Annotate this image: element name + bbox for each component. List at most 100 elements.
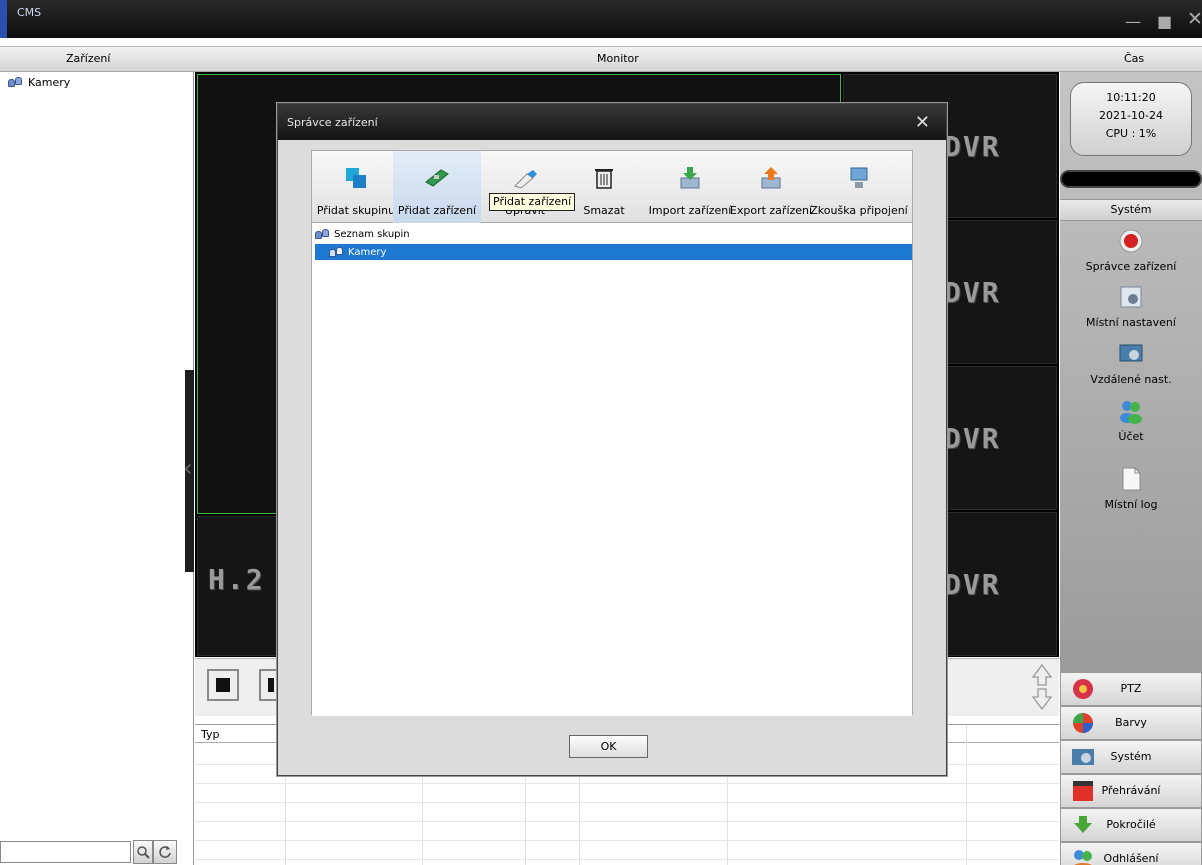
device-manager-dialog: Správce zařízení ✕ Přidat skupinu Přidat… xyxy=(277,103,947,776)
delete-button[interactable]: Smazat xyxy=(560,151,648,223)
item-label: Správce zařízení xyxy=(1085,260,1177,273)
refresh-icon[interactable] xyxy=(153,840,177,864)
clock-time: 10:11:20 xyxy=(1106,91,1156,104)
tree-item-cameras[interactable]: Kamery xyxy=(8,76,70,89)
search-input[interactable] xyxy=(0,841,131,863)
record-icon xyxy=(1119,229,1143,253)
tooltip: Přidat zařízení xyxy=(489,193,576,211)
add-device-icon xyxy=(425,169,449,187)
header-bar: Zařízení Monitor Čas xyxy=(0,46,1202,72)
logout-icon xyxy=(1074,850,1092,865)
group-icon xyxy=(8,76,24,89)
item-label: Místní nastavení xyxy=(1086,316,1176,329)
close-icon[interactable]: ✕ xyxy=(915,112,930,133)
app-title: CMS xyxy=(17,6,42,19)
clock-date: 2021-10-24 xyxy=(1099,109,1163,122)
dialog-title: Správce zařízení xyxy=(287,116,378,129)
connection-test-button[interactable]: Zkouška připojení xyxy=(809,151,909,223)
group-list[interactable]: Seznam skupin Kamery xyxy=(312,224,912,716)
advanced-icon xyxy=(1074,816,1092,833)
group-root-label: Seznam skupin xyxy=(334,229,410,240)
device-manager-item[interactable]: Správce zařízení xyxy=(1060,228,1202,273)
remote-settings-icon xyxy=(1119,344,1143,362)
local-settings-item[interactable]: Místní nastavení xyxy=(1060,284,1202,329)
toolbar-label: Export zařízení xyxy=(729,204,813,217)
button-label: Systém xyxy=(1110,750,1152,763)
scroll-arrows-icon[interactable] xyxy=(1031,663,1053,711)
close-icon[interactable]: ✕ xyxy=(1187,10,1202,29)
edit-button[interactable]: Upravit xyxy=(481,151,569,223)
clock-display: 10:11:20 2021-10-24 CPU : 1% xyxy=(1070,82,1192,156)
group-item-cameras[interactable]: Kamery xyxy=(315,244,912,260)
dvr-label: DVR xyxy=(944,130,1001,163)
dvr-label: DVR xyxy=(944,276,1001,309)
remote-settings-item[interactable]: Vzdálené nast. xyxy=(1060,341,1202,386)
logout-button[interactable]: Odhlášení xyxy=(1060,842,1202,865)
import-button[interactable]: Import zařízení xyxy=(646,151,734,223)
color-icon xyxy=(1073,713,1093,733)
ptz-button[interactable]: PTZ xyxy=(1060,672,1202,706)
device-tree-pane: Kamery xyxy=(0,72,194,865)
dialog-toolbar: Přidat skupinu Přidat zařízení Upravit S… xyxy=(312,151,912,223)
group-list-root[interactable]: Seznam skupin xyxy=(315,228,410,241)
edit-icon xyxy=(514,170,537,189)
item-label: Místní log xyxy=(1104,498,1158,511)
export-icon xyxy=(761,167,781,189)
cpu-usage: CPU : 1% xyxy=(1105,127,1157,140)
monitor-header: Monitor xyxy=(597,52,639,65)
tree-item-label: Kamery xyxy=(28,76,71,89)
button-label: PTZ xyxy=(1120,682,1142,695)
item-label: Účet xyxy=(1118,430,1144,443)
dialog-title-bar: Správce zařízení ✕ xyxy=(278,104,946,140)
import-icon xyxy=(680,167,700,189)
export-button[interactable]: Export zařízení xyxy=(727,151,815,223)
playback-icon xyxy=(1073,781,1093,801)
button-label: Barvy xyxy=(1115,716,1147,729)
camera-group-icon xyxy=(329,246,345,259)
column-type: Typ xyxy=(201,728,220,741)
button-label: Přehrávání xyxy=(1101,784,1161,797)
title-bar: CMS — ■ ✕ xyxy=(0,0,1202,38)
single-layout-button[interactable] xyxy=(207,669,239,701)
cms-app-window: CMS — ■ ✕ Zařízení Monitor Čas Kamery ‹ … xyxy=(0,0,1202,865)
button-label: Odhlášení xyxy=(1103,852,1159,865)
ptz-icon xyxy=(1073,679,1093,699)
group-item-label: Kamery xyxy=(348,246,387,258)
toolbar-label: Přidat zařízení xyxy=(397,204,477,217)
dialog-content: Přidat skupinu Přidat zařízení Upravit S… xyxy=(311,150,913,716)
dvr-label: DVR xyxy=(944,422,1001,455)
system-button[interactable]: Systém xyxy=(1060,740,1202,774)
system-icon xyxy=(1072,749,1094,765)
button-label: Pokročilé xyxy=(1106,818,1156,831)
watermark-text: H.2 xyxy=(208,563,265,596)
account-item[interactable]: Účet xyxy=(1060,398,1202,443)
ok-button[interactable]: OK xyxy=(569,735,648,758)
add-device-button[interactable]: Přidat zařízení xyxy=(393,151,481,223)
delete-icon xyxy=(595,169,613,189)
add-group-icon xyxy=(346,168,366,188)
minimize-icon[interactable]: — xyxy=(1125,14,1141,30)
connection-test-icon xyxy=(850,167,868,188)
system-section-title: Systém xyxy=(1060,199,1202,221)
playback-button[interactable]: Přehrávání xyxy=(1060,774,1202,808)
volume-slider[interactable] xyxy=(1060,170,1202,188)
toolbar-label: Import zařízení xyxy=(648,204,732,217)
dvr-label: DVR xyxy=(944,568,1001,601)
toolbar-label: Zkouška připojení xyxy=(810,204,908,217)
advanced-button[interactable]: Pokročilé xyxy=(1060,808,1202,842)
collapse-handle[interactable]: ‹ xyxy=(183,370,194,572)
item-label: Vzdálené nast. xyxy=(1090,373,1172,386)
device-header: Zařízení xyxy=(66,52,111,65)
group-icon xyxy=(315,228,331,241)
right-panel: 10:11:20 2021-10-24 CPU : 1% Systém Sprá… xyxy=(1060,72,1202,865)
toolbar-label: Přidat skupinu xyxy=(316,204,396,217)
local-settings-icon xyxy=(1120,286,1142,308)
local-log-item[interactable]: Místní log xyxy=(1060,466,1202,511)
time-header: Čas xyxy=(1124,52,1145,65)
maximize-icon[interactable]: ■ xyxy=(1157,14,1172,30)
chevron-left-icon: ‹ xyxy=(183,454,193,482)
add-group-button[interactable]: Přidat skupinu xyxy=(312,151,400,223)
search-icon[interactable] xyxy=(133,840,153,864)
colors-button[interactable]: Barvy xyxy=(1060,706,1202,740)
document-icon xyxy=(1122,467,1141,491)
